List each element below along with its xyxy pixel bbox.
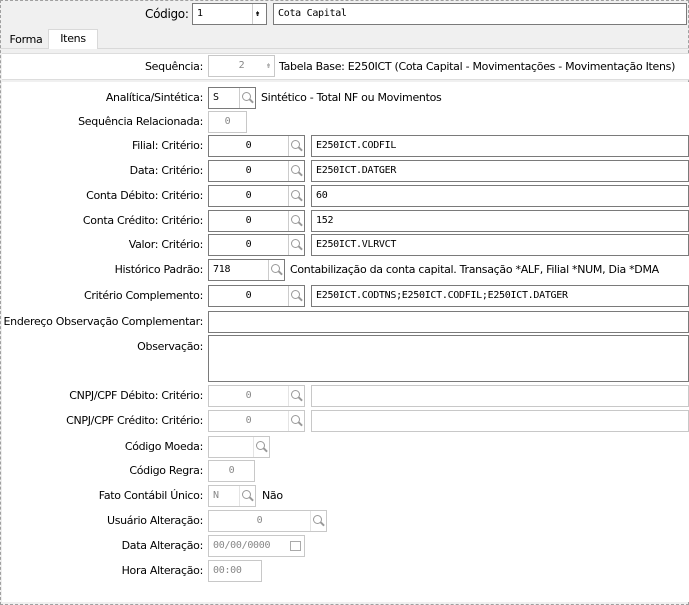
criterio-complemento-label: Critério Complemento: (84, 289, 203, 302)
codigo-moeda-input[interactable] (208, 436, 270, 458)
usuario-alteracao-input[interactable]: 0 (208, 510, 327, 532)
criterio-1-label: Data: Critério: (129, 164, 204, 177)
criterio-complemento-value: 0 (245, 290, 252, 301)
criterio-3-value: 0 (245, 215, 252, 226)
tabela-base-text: Tabela Base: E250ICT (Cota Capital - Mov… (279, 60, 676, 73)
sequencia-value: 2 (238, 60, 245, 71)
criterio-0-value: 0 (245, 140, 252, 151)
seq-relacionada-input[interactable]: 0 (208, 111, 247, 133)
spinner-icon[interactable]: ⇟ (266, 56, 271, 76)
codigo-regra-input[interactable]: 0 (208, 460, 255, 482)
search-icon[interactable] (255, 440, 269, 454)
search-icon[interactable] (270, 263, 284, 277)
tab-itens[interactable]: Itens (48, 29, 98, 49)
cnpj-credito-expr-input[interactable] (311, 410, 689, 432)
analitica-input[interactable]: S (208, 87, 256, 109)
search-icon[interactable] (290, 238, 304, 252)
endereco-obs-input[interactable] (208, 311, 689, 333)
cnpj-credito-value: 0 (245, 415, 252, 426)
search-icon[interactable] (241, 91, 255, 105)
codigo-moeda-label: Código Moeda: (124, 440, 203, 453)
analitica-value: S (213, 92, 219, 103)
criterio-0-expr-value: E250ICT.CODFIL (316, 140, 397, 151)
criterio-2-input[interactable]: 0 (208, 185, 305, 207)
search-icon[interactable] (290, 189, 304, 203)
data-alteracao-label: Data Alteração: (121, 539, 204, 552)
codigo-label: Código: (145, 7, 189, 21)
search-icon[interactable] (290, 389, 304, 403)
cnpj-debito-expr-input[interactable] (311, 385, 689, 407)
criterio-1-value: 0 (245, 165, 252, 176)
criterio-2-expr-value: 60 (316, 190, 328, 201)
cnpj-credito-label: CNPJ/CPF Crédito: Critério: (66, 414, 203, 427)
criterio-4-expr-input[interactable]: E250ICT.VLRVCT (311, 234, 689, 256)
codigo-regra-value: 0 (228, 465, 235, 476)
fato-contabil-label: Fato Contábil Único: (98, 489, 204, 502)
search-icon[interactable] (290, 214, 304, 228)
fato-contabil-description: Não (262, 489, 283, 502)
historico-label: Histórico Padrão: (114, 263, 204, 276)
codigo-value: 1 (197, 8, 203, 19)
criterio-0-expr-input[interactable]: E250ICT.CODFIL (311, 135, 689, 157)
historico-input[interactable]: 718 (208, 259, 285, 281)
criterio-0-label: Filial: Critério: (132, 139, 203, 152)
criterio-3-expr-value: 152 (316, 215, 334, 226)
hora-alteracao-input[interactable]: 00:00 (208, 560, 262, 582)
criterio-4-value: 0 (245, 239, 252, 250)
criterio-1-input[interactable]: 0 (208, 160, 305, 182)
criterio-4-label: Valor: Critério: (128, 238, 204, 251)
criterio-complemento-expr-input[interactable]: E250ICT.CODTNS;E250ICT.CODFIL;E250ICT.DA… (311, 285, 689, 307)
fato-contabil-input[interactable]: N (208, 485, 256, 507)
search-icon[interactable] (290, 289, 304, 303)
criterio-3-label: Conta Crédito: Critério: (82, 214, 203, 227)
hora-alteracao-label: Hora Alteração: (121, 564, 204, 577)
usuario-alteracao-label: Usuário Alteração: (106, 514, 203, 527)
search-icon[interactable] (290, 139, 304, 153)
calendar-icon[interactable] (290, 541, 301, 551)
criterio-4-expr-value: E250ICT.VLRVCT (316, 239, 397, 250)
sequencia-input[interactable]: 2 ⇟ (208, 55, 275, 77)
criterio-3-input[interactable]: 0 (208, 210, 305, 232)
descricao-input[interactable]: Cota Capital (273, 3, 687, 25)
data-alteracao-input[interactable]: 00/00/0000 (208, 535, 305, 557)
criterio-1-expr-value: E250ICT.DATGER (316, 165, 397, 176)
sequencia-label: Sequência: (145, 60, 203, 73)
criterio-2-expr-input[interactable]: 60 (311, 185, 689, 207)
cnpj-debito-input[interactable]: 0 (208, 385, 305, 407)
search-icon[interactable] (312, 514, 326, 528)
cnpj-debito-label: CNPJ/CPF Débito: Critério: (69, 389, 203, 402)
criterio-4-input[interactable]: 0 (208, 234, 305, 256)
criterio-2-label: Conta Débito: Critério: (86, 189, 203, 202)
historico-description: Contabilização da conta capital. Transaç… (290, 263, 659, 276)
criterio-0-input[interactable]: 0 (208, 135, 305, 157)
cnpj-debito-value: 0 (245, 390, 252, 401)
analitica-label: Analítica/Sintética: (105, 91, 203, 104)
cnpj-credito-input[interactable]: 0 (208, 410, 305, 432)
search-icon[interactable] (290, 164, 304, 178)
fato-contabil-value: N (213, 490, 219, 501)
criterio-2-value: 0 (245, 190, 252, 201)
criterio-complemento-input[interactable]: 0 (208, 285, 305, 307)
criterio-3-expr-input[interactable]: 152 (311, 210, 689, 232)
observacao-label: Observação: (137, 340, 203, 353)
search-icon[interactable] (290, 414, 304, 428)
historico-value: 718 (213, 264, 231, 275)
observacao-input[interactable] (208, 335, 689, 382)
endereco-obs-label: Endereço Observação Complementar: (3, 315, 204, 328)
criterio-complemento-expr-value: E250ICT.CODTNS;E250ICT.CODFIL;E250ICT.DA… (316, 290, 568, 301)
analitica-description: Sintético - Total NF ou Movimentos (261, 91, 442, 104)
spinner-icon[interactable]: ⇟ (255, 4, 260, 24)
seq-relacionada-value: 0 (224, 116, 231, 127)
search-icon[interactable] (241, 489, 255, 503)
criterio-1-expr-input[interactable]: E250ICT.DATGER (311, 160, 689, 182)
codigo-regra-label: Código Regra: (129, 464, 203, 477)
hora-alteracao-value: 00:00 (213, 565, 242, 576)
tab-forma[interactable]: Forma (4, 33, 48, 49)
seq-relacionada-label: Sequência Relacionada: (78, 115, 203, 128)
usuario-alteracao-value: 0 (256, 515, 263, 526)
codigo-input[interactable]: 1 ⇟ (192, 3, 267, 25)
data-alteracao-value: 00/00/0000 (213, 540, 271, 551)
